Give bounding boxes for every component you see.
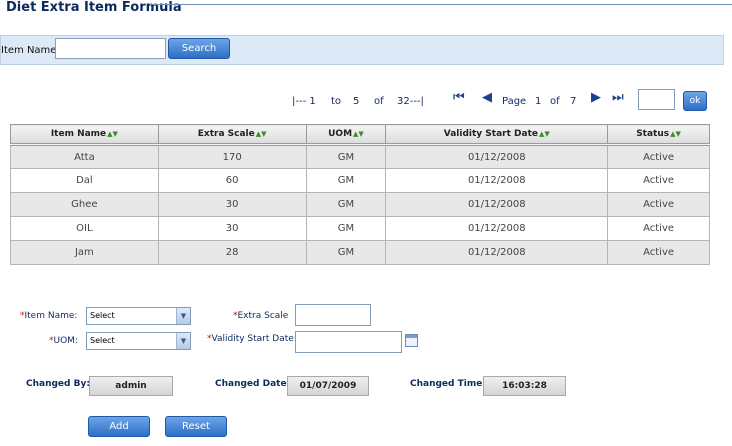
column-header-item-name[interactable]: Item Name▲▼ xyxy=(10,124,159,146)
prev-page-icon[interactable]: ◀ xyxy=(482,90,492,105)
pager-of: of xyxy=(374,96,384,107)
cell-validity-start-date: 01/12/2008 xyxy=(385,192,609,217)
cell-item-name: Jam xyxy=(10,240,159,265)
page-title: Diet Extra Item Formula xyxy=(6,0,182,15)
cell-validity-start-date: 01/12/2008 xyxy=(385,240,609,265)
next-page-icon[interactable]: ▶ xyxy=(591,90,601,105)
page-label: Page xyxy=(502,96,527,107)
calendar-icon[interactable] xyxy=(405,334,418,347)
goto-page-button[interactable]: ok xyxy=(683,91,707,111)
extra-scale-label: *Extra Scale xyxy=(233,311,289,321)
validity-start-date-label: *Validity Start Date: xyxy=(207,334,297,344)
cell-extra-scale: 170 xyxy=(157,144,307,169)
add-button[interactable]: Add xyxy=(88,416,150,437)
sort-arrows-icon[interactable]: ▲▼ xyxy=(539,130,550,138)
cell-status: Active xyxy=(607,192,710,217)
cell-validity-start-date: 01/12/2008 xyxy=(385,168,609,193)
cell-validity-start-date: 01/12/2008 xyxy=(385,144,609,169)
cell-status: Active xyxy=(607,168,710,193)
pager-range-start: |--- 1 xyxy=(292,96,316,107)
sort-arrows-icon[interactable]: ▲▼ xyxy=(256,130,267,138)
search-button[interactable]: Search xyxy=(168,38,230,59)
uom-select[interactable]: Select ▼ xyxy=(86,332,191,350)
column-header-uom[interactable]: UOM▲▼ xyxy=(305,124,387,146)
search-input[interactable] xyxy=(55,38,166,59)
column-header-status[interactable]: Status▲▼ xyxy=(607,124,710,146)
cell-uom: GM xyxy=(305,144,387,169)
item-name-select[interactable]: Select ▼ xyxy=(86,307,191,325)
table-row[interactable]: Dal 60 GM 01/12/2008 Active xyxy=(10,168,710,193)
reset-button[interactable]: Reset xyxy=(165,416,227,437)
title-divider xyxy=(150,4,732,5)
changed-time-value: 16:03:28 xyxy=(483,376,566,396)
table-row[interactable]: Ghee 30 GM 01/12/2008 Active xyxy=(10,192,710,217)
chevron-down-icon[interactable]: ▼ xyxy=(176,308,190,324)
cell-extra-scale: 30 xyxy=(157,216,307,241)
goto-page-input[interactable] xyxy=(638,89,675,110)
cell-extra-scale: 30 xyxy=(157,192,307,217)
changed-time-label: Changed Time: xyxy=(410,379,486,389)
cell-item-name: OIL xyxy=(10,216,159,241)
cell-uom: GM xyxy=(305,168,387,193)
pager-total: 32---| xyxy=(397,96,424,107)
chevron-down-icon[interactable]: ▼ xyxy=(176,333,190,349)
extra-scale-input[interactable] xyxy=(295,304,371,326)
page-total: 7 xyxy=(570,96,577,107)
table-row[interactable]: Atta 170 GM 01/12/2008 Active xyxy=(10,144,710,169)
validity-start-date-input[interactable] xyxy=(295,331,402,353)
cell-item-name: Ghee xyxy=(10,192,159,217)
cell-item-name: Atta xyxy=(10,144,159,169)
page-current: 1 xyxy=(535,96,542,107)
sort-arrows-icon[interactable]: ▲▼ xyxy=(670,130,681,138)
changed-date-label: Changed Date: xyxy=(215,379,291,389)
sort-arrows-icon[interactable]: ▲▼ xyxy=(107,130,118,138)
cell-uom: GM xyxy=(305,216,387,241)
cell-status: Active xyxy=(607,144,710,169)
first-page-icon[interactable]: ⏮ xyxy=(453,90,465,105)
cell-validity-start-date: 01/12/2008 xyxy=(385,216,609,241)
search-label: Item Name: xyxy=(1,45,60,56)
last-page-icon[interactable]: ⏭ xyxy=(612,90,624,105)
cell-status: Active xyxy=(607,216,710,241)
search-bar: Item Name: Search xyxy=(0,35,724,65)
cell-uom: GM xyxy=(305,240,387,265)
cell-uom: GM xyxy=(305,192,387,217)
cell-item-name: Dal xyxy=(10,168,159,193)
pager-range-end: 5 xyxy=(353,96,360,107)
column-header-validity-start-date[interactable]: Validity Start Date▲▼ xyxy=(385,124,609,146)
page-of: of xyxy=(550,96,560,107)
cell-status: Active xyxy=(607,240,710,265)
table-row[interactable]: OIL 30 GM 01/12/2008 Active xyxy=(10,216,710,241)
uom-label: *UOM: xyxy=(49,336,78,346)
table-row[interactable]: Jam 28 GM 01/12/2008 Active xyxy=(10,240,710,265)
changed-by-label: Changed By: xyxy=(26,379,90,389)
cell-extra-scale: 60 xyxy=(157,168,307,193)
changed-by-value: admin xyxy=(89,376,173,396)
table-header-row: Item Name▲▼ Extra Scale▲▼ UOM▲▼ Validity… xyxy=(10,124,710,146)
pager-to: to xyxy=(331,96,342,107)
items-table: Item Name▲▼ Extra Scale▲▼ UOM▲▼ Validity… xyxy=(10,124,710,265)
item-name-label: *Item Name: xyxy=(20,311,78,321)
changed-date-value: 01/07/2009 xyxy=(287,376,369,396)
sort-arrows-icon[interactable]: ▲▼ xyxy=(353,130,364,138)
column-header-extra-scale[interactable]: Extra Scale▲▼ xyxy=(157,124,307,146)
cell-extra-scale: 28 xyxy=(157,240,307,265)
